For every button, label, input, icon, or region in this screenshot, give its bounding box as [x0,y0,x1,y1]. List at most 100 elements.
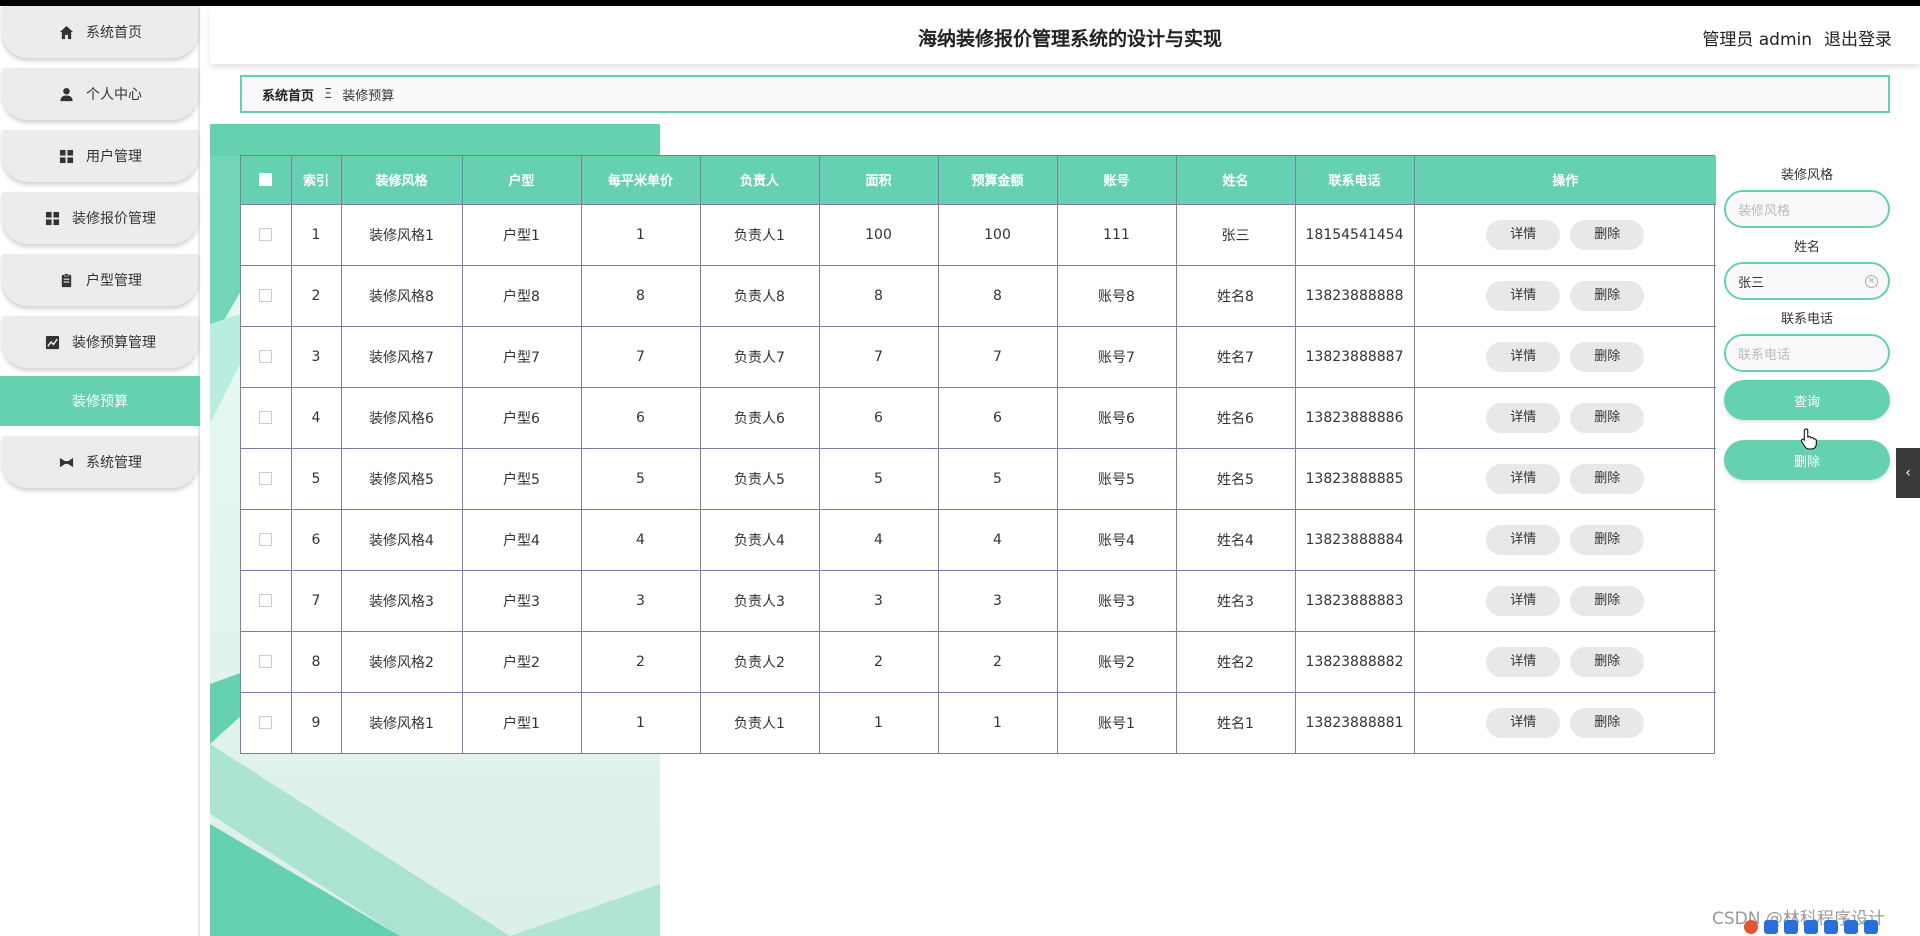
table-cell: 账号1 [1057,691,1177,753]
delete-button[interactable]: 删除 [1570,280,1645,311]
table-cell: 负责人6 [700,386,820,448]
detail-button[interactable]: 详情 [1486,219,1561,250]
delete-button[interactable]: 删除 [1570,524,1645,555]
table-cell: 2 [581,630,701,692]
row-checkbox[interactable] [259,655,273,668]
breadcrumb-home[interactable]: 系统首页 [262,85,314,104]
table-cell: 户型2 [462,630,582,692]
sidebar-item-label: 系统管理 [86,455,142,471]
name-filter-input[interactable]: 张三 × [1724,262,1890,300]
detail-button[interactable]: 详情 [1486,341,1561,372]
home-icon [58,24,74,40]
phone-filter-input[interactable]: 联系电话 [1724,334,1890,372]
top-header: 海纳装修报价管理系统的设计与实现 管理员 admin 退出登录 [210,6,1920,64]
table-cell: 姓名1 [1176,691,1296,753]
breadcrumb-separator: Ξ [324,86,333,102]
column-header: 面积 [819,156,939,204]
detail-button[interactable]: 详情 [1486,707,1561,738]
detail-button[interactable]: 详情 [1486,524,1561,555]
table-cell: 户型3 [462,569,582,631]
chevron-left-icon: ‹ [1905,465,1911,481]
table-cell: 100 [938,203,1058,265]
delete-button[interactable]: 删除 [1570,402,1645,433]
table-cell: 户型4 [462,508,582,570]
query-button[interactable]: 查询 [1724,380,1890,420]
detail-button[interactable]: 详情 [1486,463,1561,494]
table-cell: 户型5 [462,447,582,509]
sidebar-item-users[interactable]: 用户管理 [2,130,198,182]
table-row: 5 装修风格5 户型5 5 负责人5 5 5 账号5 姓名5 13823888885 详情 删除 [241,447,1716,509]
detail-button[interactable]: 详情 [1486,402,1561,433]
sidebar-item-house-type[interactable]: 户型管理 [2,254,198,306]
table-cell: 7 [938,325,1058,387]
table-cell: 姓名8 [1176,264,1296,326]
delete-button[interactable]: 删除 [1570,646,1645,677]
collapse-panel-toggle[interactable]: ‹ [1896,448,1920,498]
table-row: 6 装修风格4 户型4 4 负责人4 4 4 账号4 姓名4 13823888884 详情 删除 [241,508,1716,570]
row-checkbox[interactable] [259,716,273,730]
sidebar-item-quote[interactable]: 装修报价管理 [2,192,198,244]
row-checkbox[interactable] [259,289,273,302]
bowtie-icon [58,454,74,470]
tray-icon [1784,920,1798,934]
column-header: 每平米单价 [581,156,701,204]
table-cell: 7 [291,569,342,631]
clear-icon[interactable]: × [1865,275,1878,288]
table-cell: 13823888883 [1295,569,1415,631]
table-cell: 装修风格4 [341,508,463,570]
style-filter-input[interactable]: 装修风格 [1724,190,1890,228]
table-cell: 户型1 [462,691,582,753]
table-cell: 13823888888 [1295,264,1415,326]
row-checkbox[interactable] [259,228,273,241]
delete-button[interactable]: 删除 [1570,341,1645,372]
table-cell: 4 [291,386,342,448]
breadcrumb: 系统首页 Ξ 装修预算 [240,75,1890,113]
table-row: 8 装修风格2 户型2 2 负责人2 2 2 账号2 姓名2 13823888882 详情 删除 [241,630,1716,692]
table-cell: 账号6 [1057,386,1177,448]
table-cell: 100 [819,203,939,265]
delete-button[interactable]: 删除 [1570,585,1645,616]
row-checkbox[interactable] [259,472,273,485]
table-cell: 13823888885 [1295,447,1415,509]
chart-icon [44,334,60,350]
person-icon [58,86,74,102]
row-checkbox[interactable] [259,594,273,607]
detail-button[interactable]: 详情 [1486,646,1561,677]
table-cell: 13823888882 [1295,630,1415,692]
sidebar-subitem-budget[interactable]: 装修预算 [0,376,200,426]
page-title: 海纳装修报价管理系统的设计与实现 [917,28,1222,50]
table-cell: 张三 [1176,203,1296,265]
table-row: 9 装修风格1 户型1 1 负责人1 1 1 账号1 姓名1 13823888881 详情 删除 [241,691,1716,753]
table-cell: 装修风格8 [341,264,463,326]
table-cell: 8 [819,264,939,326]
table-cell: 装修风格5 [341,447,463,509]
sidebar-item-profile[interactable]: 个人中心 [2,68,198,120]
row-checkbox[interactable] [259,533,273,546]
detail-button[interactable]: 详情 [1486,280,1561,311]
select-all-checkbox[interactable] [259,173,273,187]
sidebar-item-system[interactable]: 系统管理 [2,436,198,488]
delete-button[interactable]: 删除 [1570,219,1645,250]
table-cell: 3 [291,325,342,387]
table-cell: 账号3 [1057,569,1177,631]
sidebar-subitem-label: 装修预算 [72,394,128,410]
table-cell: 2 [819,630,939,692]
sidebar-item-budget[interactable]: 装修预算管理 [2,316,198,368]
sidebar-item-home[interactable]: 系统首页 [2,6,198,58]
delete-button[interactable]: 删除 [1570,463,1645,494]
table-cell: 负责人3 [700,569,820,631]
delete-button[interactable]: 删除 [1570,707,1645,738]
detail-button[interactable]: 详情 [1486,585,1561,616]
table-cell: 6 [291,508,342,570]
row-actions-cell: 详情 删除 [1414,447,1716,509]
table-cell: 6 [819,386,939,448]
row-checkbox[interactable] [259,350,273,363]
table-cell: 户型6 [462,386,582,448]
row-select-cell [241,508,292,570]
sidebar-item-label: 系统首页 [86,25,142,41]
logout-link[interactable]: 退出登录 [1824,25,1892,50]
row-checkbox[interactable] [259,411,273,424]
row-select-cell [241,447,292,509]
keyboard-icon [1824,920,1838,934]
table-cell: 13823888881 [1295,691,1415,753]
